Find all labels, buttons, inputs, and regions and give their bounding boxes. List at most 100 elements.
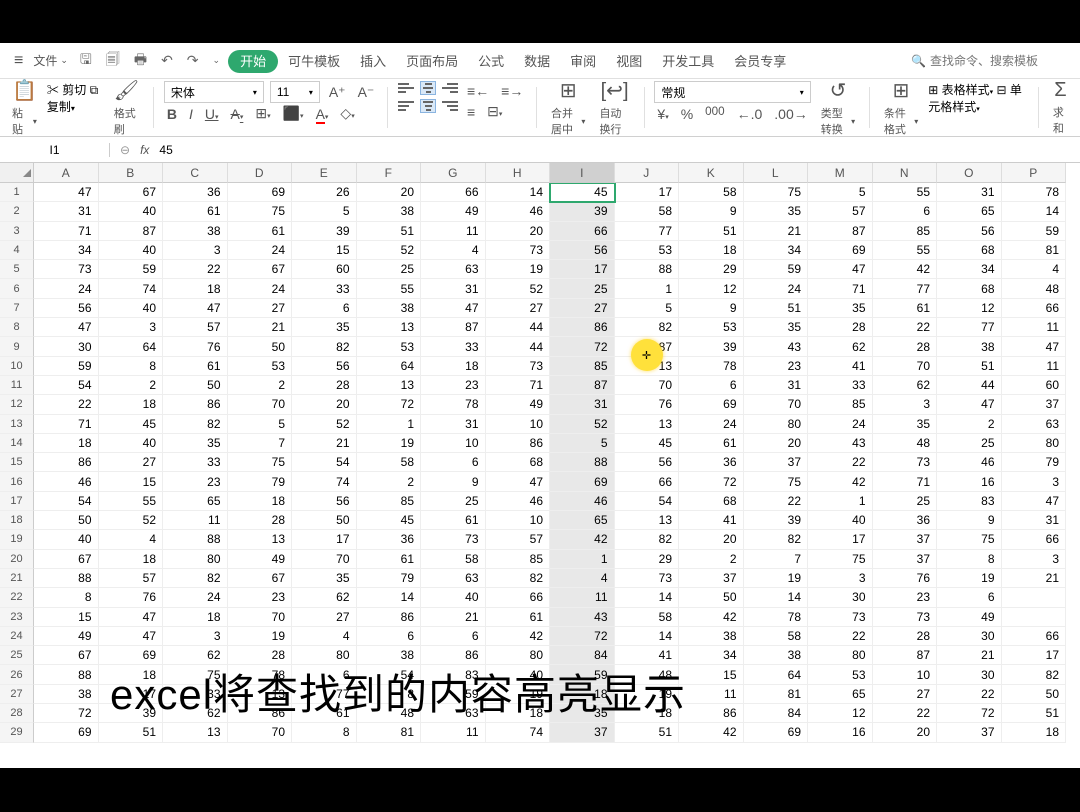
cell[interactable]: 10: [873, 665, 938, 684]
cell[interactable]: 3: [163, 627, 228, 646]
cell[interactable]: 39: [744, 511, 809, 530]
sum-group[interactable]: Σ 求和: [1049, 81, 1072, 134]
cell[interactable]: 30: [808, 588, 873, 607]
cell[interactable]: 67: [228, 569, 293, 588]
cell[interactable]: 8: [34, 588, 99, 607]
cell[interactable]: 23: [228, 588, 293, 607]
cell[interactable]: 8: [937, 550, 1002, 569]
cell[interactable]: 56: [550, 241, 615, 260]
cell[interactable]: 28: [873, 627, 938, 646]
cell[interactable]: 28: [292, 376, 357, 395]
cell[interactable]: 49: [421, 202, 486, 221]
cell[interactable]: 50: [292, 511, 357, 530]
menu-item-2[interactable]: 插入: [350, 48, 396, 75]
cell[interactable]: 10: [486, 511, 551, 530]
cell[interactable]: 51: [615, 723, 680, 742]
cell[interactable]: 82: [1002, 665, 1067, 684]
cell[interactable]: 87: [808, 222, 873, 241]
col-header-K[interactable]: K: [679, 163, 744, 183]
cell[interactable]: 2: [228, 376, 293, 395]
cell[interactable]: 2: [357, 472, 422, 491]
cell[interactable]: 21: [1002, 569, 1067, 588]
cell[interactable]: 12: [937, 299, 1002, 318]
cell[interactable]: 80: [808, 646, 873, 665]
cell[interactable]: 22: [873, 318, 938, 337]
cell[interactable]: 47: [421, 299, 486, 318]
cell[interactable]: 17: [1002, 646, 1067, 665]
cell[interactable]: 6: [873, 202, 938, 221]
row-header-18[interactable]: 18: [0, 511, 34, 530]
row-header-29[interactable]: 29: [0, 723, 34, 742]
cell[interactable]: 5: [550, 434, 615, 453]
cell[interactable]: 87: [615, 337, 680, 356]
cell[interactable]: 6: [421, 453, 486, 472]
cell[interactable]: 15: [292, 241, 357, 260]
cell[interactable]: 61: [486, 608, 551, 627]
cell[interactable]: 11: [1002, 318, 1067, 337]
cell[interactable]: 25: [550, 279, 615, 298]
cell[interactable]: 39: [679, 337, 744, 356]
cell[interactable]: 59: [99, 260, 164, 279]
cell[interactable]: 61: [163, 202, 228, 221]
row-header-4[interactable]: 4: [0, 241, 34, 260]
hamburger-icon[interactable]: ≡: [10, 52, 27, 70]
cell[interactable]: 86: [163, 395, 228, 414]
cell[interactable]: 85: [357, 492, 422, 511]
cell[interactable]: 34: [937, 260, 1002, 279]
cell[interactable]: 18: [679, 241, 744, 260]
cell[interactable]: 27: [873, 685, 938, 704]
font-size-select[interactable]: 11▾: [270, 81, 320, 103]
cell[interactable]: 65: [937, 202, 1002, 221]
fill-color-button[interactable]: ⬛▾: [280, 103, 307, 124]
cell[interactable]: 21: [937, 646, 1002, 665]
cell[interactable]: 85: [550, 357, 615, 376]
cell[interactable]: 37: [873, 530, 938, 549]
cell[interactable]: 50: [679, 588, 744, 607]
cell[interactable]: 6: [421, 627, 486, 646]
cell[interactable]: 37: [873, 550, 938, 569]
cell[interactable]: 55: [357, 279, 422, 298]
cell[interactable]: 27: [550, 299, 615, 318]
cell[interactable]: 46: [486, 202, 551, 221]
cell[interactable]: 9: [679, 202, 744, 221]
cell[interactable]: 47: [34, 183, 99, 202]
cell[interactable]: 35: [292, 318, 357, 337]
menu-item-7[interactable]: 视图: [606, 48, 652, 75]
cell[interactable]: 27: [99, 453, 164, 472]
cell[interactable]: 51: [1002, 704, 1067, 723]
cell[interactable]: 56: [937, 222, 1002, 241]
cell[interactable]: 8: [292, 723, 357, 742]
cell[interactable]: 27: [486, 299, 551, 318]
cell[interactable]: 81: [357, 723, 422, 742]
col-header-P[interactable]: P: [1002, 163, 1067, 183]
cell[interactable]: 86: [550, 318, 615, 337]
cell[interactable]: 34: [34, 241, 99, 260]
row-header-14[interactable]: 14: [0, 434, 34, 453]
align-top-left[interactable]: [398, 81, 414, 95]
cell[interactable]: 35: [808, 299, 873, 318]
redo-icon[interactable]: ↷: [181, 48, 205, 73]
cell[interactable]: 25: [937, 434, 1002, 453]
cell[interactable]: 43: [550, 608, 615, 627]
cell[interactable]: 40: [421, 588, 486, 607]
cell[interactable]: 33: [421, 337, 486, 356]
format-painter-group[interactable]: 🖌 格式刷: [110, 81, 143, 134]
cell[interactable]: 86: [679, 704, 744, 723]
cell[interactable]: 51: [99, 723, 164, 742]
cell[interactable]: 11: [679, 685, 744, 704]
cell[interactable]: 47: [486, 472, 551, 491]
cell[interactable]: 6: [937, 588, 1002, 607]
col-header-I[interactable]: I: [550, 163, 615, 183]
cell[interactable]: 58: [679, 183, 744, 202]
cell[interactable]: 42: [808, 472, 873, 491]
undo-icon[interactable]: ↶: [155, 48, 179, 73]
cell[interactable]: 13: [615, 357, 680, 376]
cell[interactable]: 57: [163, 318, 228, 337]
cell[interactable]: 24: [808, 415, 873, 434]
cell[interactable]: 42: [486, 627, 551, 646]
cell[interactable]: 47: [163, 299, 228, 318]
italic-button[interactable]: I: [186, 104, 196, 124]
cell[interactable]: 17: [615, 183, 680, 202]
cell[interactable]: 62: [292, 588, 357, 607]
cell[interactable]: 1: [615, 279, 680, 298]
